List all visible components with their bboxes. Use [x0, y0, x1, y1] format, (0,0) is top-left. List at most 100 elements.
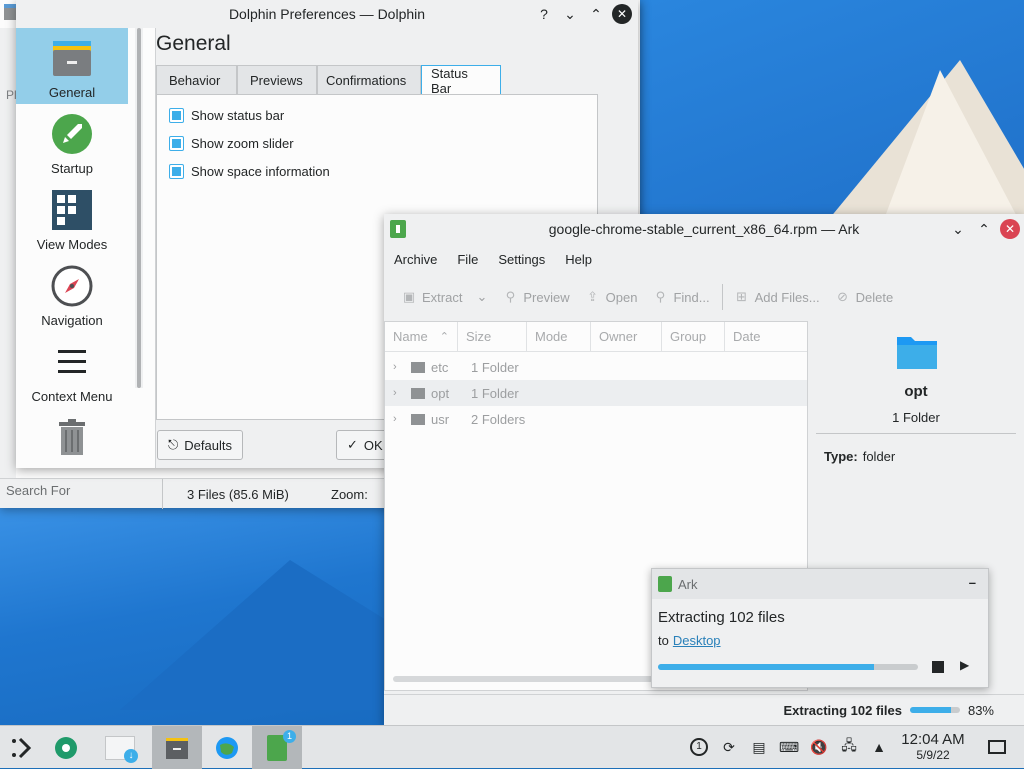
- nav-item-general[interactable]: General: [16, 28, 128, 104]
- downloads-button[interactable]: ↓: [88, 726, 152, 769]
- nav-item-trash[interactable]: [16, 408, 128, 458]
- option-show-zoom-slider[interactable]: Show zoom slider: [157, 129, 597, 157]
- option-show-status-bar[interactable]: Show status bar: [157, 101, 597, 129]
- preview-button[interactable]: ⚲ Preview: [495, 289, 577, 305]
- ark-title: google-chrome-stable_current_x86_64.rpm …: [548, 221, 860, 237]
- volume-muted-icon[interactable]: 🔇: [808, 736, 830, 758]
- menu-settings[interactable]: Settings: [488, 252, 555, 267]
- nav-item-navigation[interactable]: Navigation: [16, 256, 128, 332]
- nav-scrollbar-track[interactable]: [135, 28, 143, 388]
- ark-status-bar: Extracting 102 files 83%: [384, 694, 1024, 725]
- chevron-right-icon[interactable]: ›: [385, 413, 411, 425]
- defaults-icon: ⎋: [168, 437, 179, 452]
- close-button[interactable]: ✕: [1000, 219, 1020, 239]
- notification-destination: to Desktop: [658, 633, 721, 648]
- tray-expand-icon[interactable]: ▲: [868, 736, 890, 758]
- delete-button[interactable]: ⊘ Delete: [828, 289, 902, 305]
- nav-scrollbar-thumb[interactable]: [137, 28, 141, 388]
- nav-label: General: [48, 85, 96, 100]
- destination-link[interactable]: Desktop: [673, 633, 721, 648]
- maximize-button[interactable]: ⌃: [586, 4, 606, 24]
- notification-minimize-button[interactable]: –: [969, 575, 976, 590]
- notification-header: Ark –: [652, 569, 988, 599]
- open-button[interactable]: ⇪ Open: [578, 289, 646, 305]
- taskbar: ↓ 1 1 ⟳ ▤ ⌨ 🔇 🖧 ▲ 12:04 AM 5/9/22: [0, 725, 1024, 769]
- search-icon: ⚲: [505, 289, 516, 304]
- network-icon[interactable]: 🖧: [838, 736, 860, 758]
- nav-item-view-modes[interactable]: View Modes: [16, 180, 128, 256]
- folder-icon: [411, 361, 425, 373]
- keyboard-icon[interactable]: ⌨: [778, 736, 800, 758]
- stop-icon[interactable]: [932, 661, 944, 673]
- ark-toolbar: ▣ Extract ⌄ ⚲ Preview ⇪ Open ⚲ Find... ⊞…: [384, 280, 1024, 314]
- chevron-right-icon[interactable]: ›: [385, 387, 411, 399]
- menu-help[interactable]: Help: [555, 252, 602, 267]
- task-ark[interactable]: 1: [252, 726, 302, 769]
- upload-icon: ⇪: [587, 289, 599, 304]
- sync-icon[interactable]: ⟳: [718, 736, 740, 758]
- task-manager: ↓ 1: [0, 726, 302, 769]
- column-mode[interactable]: Mode: [527, 321, 591, 352]
- row-name: etc: [431, 359, 449, 375]
- compass-icon: [51, 265, 93, 307]
- notification-to: to: [658, 633, 669, 648]
- menu-file[interactable]: File: [447, 252, 488, 267]
- play-icon[interactable]: ▶: [960, 658, 969, 672]
- chevron-down-icon[interactable]: ⌄: [476, 289, 487, 305]
- settings-gear-icon: [55, 736, 77, 759]
- delete-icon: ⊘: [837, 289, 849, 304]
- table-row[interactable]: › etc 1 Folder: [385, 354, 807, 380]
- find-button[interactable]: ⚲ Find...: [645, 289, 717, 305]
- extract-button[interactable]: ▣ Extract ⌄: [384, 289, 495, 305]
- system-tray: 1 ⟳ ▤ ⌨ 🔇 🖧 ▲: [688, 736, 890, 758]
- nav-item-startup[interactable]: Startup: [16, 104, 128, 180]
- column-name[interactable]: Name ⌃: [385, 321, 458, 352]
- column-size[interactable]: Size: [458, 321, 527, 352]
- ark-app-icon: [390, 220, 406, 238]
- wallpaper-mountain-light: [880, 70, 1024, 230]
- table-row[interactable]: › usr 2 Folders: [385, 406, 807, 432]
- checkbox-checked[interactable]: [169, 107, 184, 123]
- chevron-right-icon[interactable]: ›: [385, 361, 411, 373]
- menu-archive[interactable]: Archive: [384, 252, 447, 267]
- column-group[interactable]: Group: [662, 321, 725, 352]
- column-owner[interactable]: Owner: [591, 321, 662, 352]
- tab-behavior[interactable]: Behavior: [156, 65, 237, 95]
- option-show-space-information[interactable]: Show space information: [157, 157, 597, 185]
- extraction-notification: Ark – Extracting 102 files to Desktop ▶: [651, 568, 989, 688]
- checkbox-checked[interactable]: [169, 163, 184, 179]
- tab-previews[interactable]: Previews: [237, 65, 317, 95]
- option-label: Show space information: [191, 163, 330, 179]
- discover-button[interactable]: [44, 726, 88, 769]
- tab-confirmations[interactable]: Confirmations: [317, 65, 421, 95]
- status-files: 3 Files (85.6 MiB): [187, 487, 289, 502]
- add-files-button[interactable]: ⊞ Add Files...: [727, 289, 828, 305]
- app-launcher-button[interactable]: [0, 726, 44, 769]
- close-button[interactable]: ✕: [612, 4, 632, 24]
- ark-menubar: Archive File Settings Help: [384, 244, 1024, 274]
- table-row[interactable]: › opt 1 Folder: [385, 380, 807, 406]
- info-name: opt: [904, 383, 928, 400]
- defaults-button[interactable]: ⎋ Defaults: [157, 430, 243, 460]
- notification-title: Extracting 102 files: [658, 609, 785, 626]
- task-browser[interactable]: [202, 726, 252, 769]
- add-file-icon: ⊞: [736, 289, 748, 304]
- ark-titlebar: google-chrome-stable_current_x86_64.rpm …: [384, 214, 1024, 244]
- minimize-button[interactable]: ⌄: [560, 4, 580, 24]
- column-date[interactable]: Date: [725, 322, 805, 352]
- help-button[interactable]: ?: [534, 4, 554, 24]
- tab-status-bar[interactable]: Status Bar: [421, 65, 501, 96]
- open-label: Open: [605, 289, 638, 305]
- folder-icon: [411, 413, 425, 425]
- clipboard-icon[interactable]: ▤: [748, 736, 770, 758]
- clock[interactable]: 12:04 AM 5/9/22: [890, 731, 976, 762]
- nav-item-context-menu[interactable]: Context Menu: [16, 332, 128, 408]
- checkbox-checked[interactable]: [169, 135, 184, 151]
- minimize-button[interactable]: ⌄: [948, 219, 968, 239]
- search-for-label: Search For: [6, 483, 71, 498]
- maximize-button[interactable]: ⌃: [974, 219, 994, 239]
- updates-icon[interactable]: 1: [688, 736, 710, 758]
- task-dolphin[interactable]: [152, 726, 202, 769]
- globe-icon: [216, 736, 238, 759]
- show-desktop-icon[interactable]: [988, 740, 1006, 754]
